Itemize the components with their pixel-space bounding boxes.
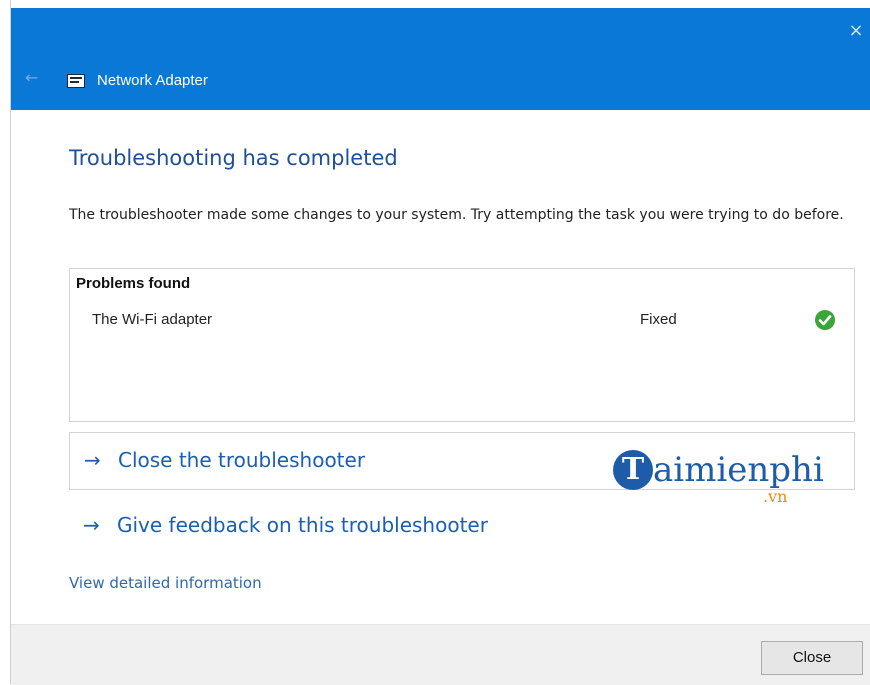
description-text: The troubleshooter made some changes to … [69,207,844,223]
footer-bar: Close [11,624,870,685]
problem-item-name: The Wi-Fi adapter [92,311,213,328]
back-arrow-icon[interactable]: ← [25,70,43,86]
page-title: Troubleshooting has completed [69,146,398,170]
watermark-initial: T [613,450,653,490]
troubleshooter-window: × ← Network Adapter Troubleshooting has … [10,0,870,685]
network-adapter-icon [67,74,85,88]
watermark-text: aimienphi [653,450,824,490]
close-icon[interactable]: × [847,22,865,40]
problems-found-panel: Problems found The Wi-Fi adapter Fixed [69,268,855,422]
right-arrow-icon: → [83,513,100,537]
close-button[interactable]: Close [761,641,863,675]
watermark-domain: .vn [763,487,788,506]
taimienphi-watermark-logo: T aimienphi .vn [613,446,824,510]
give-feedback-label: Give feedback on this troubleshooter [117,513,488,537]
title-bar: × ← Network Adapter [11,8,870,110]
green-check-icon [815,310,835,330]
close-troubleshooter-label: Close the troubleshooter [118,448,366,472]
view-detailed-information-link[interactable]: View detailed information [69,574,262,592]
problem-item-status: Fixed [640,311,677,328]
right-arrow-icon: → [84,448,101,472]
window-title: Network Adapter [97,72,208,89]
problems-found-header: Problems found [76,275,191,292]
